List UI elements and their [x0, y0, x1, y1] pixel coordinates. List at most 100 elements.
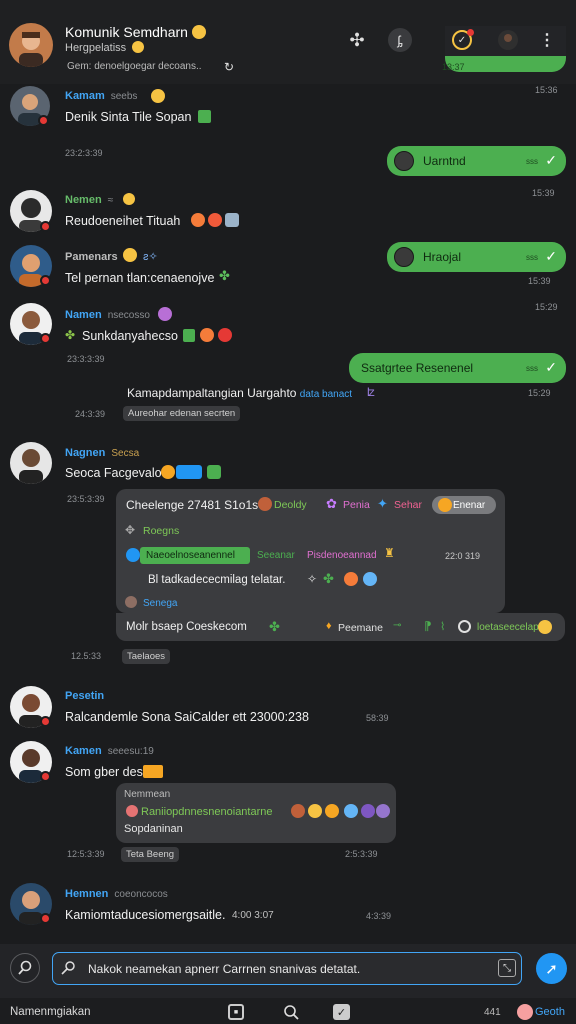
card-footer-text: loetaseecelap [477, 622, 539, 633]
reaction-chip[interactable]: Taelaoes [122, 649, 171, 664]
sender-name: Kamam seebs [65, 90, 138, 102]
chat-subtitle: Hergpelatiss [65, 42, 127, 54]
smile-emoji-icon [123, 193, 135, 205]
message-text: Denik Sinta Tile Sopan [65, 110, 192, 124]
media-icon[interactable]: ■ [228, 1004, 244, 1020]
avatar[interactable] [10, 442, 52, 484]
bottom-label: Namenmgiakan [10, 1006, 91, 1018]
message-text: Reudoeneihet Tituah [65, 214, 181, 228]
chat-title: Komunik Semdharn [65, 24, 188, 40]
leaf-emoji-icon: ✤ [323, 571, 334, 586]
outgoing-bubble[interactable]: Hraojal sss ✓ [387, 242, 566, 272]
laugh-emoji-icon [291, 804, 305, 818]
clock-icon [458, 620, 471, 633]
card-tag: Penia [343, 499, 370, 511]
time-label: 12.5:33 [71, 651, 102, 661]
search-icon[interactable] [282, 1003, 300, 1021]
gem-emoji-icon [361, 804, 375, 818]
message-text: Ralcandemle Sona SaiCalder ett 23000:238 [65, 710, 309, 724]
outgoing-bubble[interactable]: Uarntnd sss ✓ [387, 146, 566, 176]
quote-title: Nemmean [124, 789, 171, 800]
leaf-emoji-icon: ⁋ [424, 619, 432, 633]
fire-emoji-icon [143, 765, 163, 778]
robot-emoji-icon [225, 213, 239, 227]
card-row-text: Pisdenoeannad [307, 550, 377, 561]
sparkle-emoji-icon: ƨ✧ [143, 251, 158, 263]
message-input-text: Nakok neamekan apnerr Carrnen snanivas d… [88, 962, 361, 976]
search-icon[interactable] [10, 953, 40, 983]
flower-emoji-icon [126, 805, 138, 817]
game-emoji-icon: ✥ [125, 523, 136, 537]
blush-emoji-icon [158, 307, 172, 321]
bell-emoji-icon: ♜ [384, 546, 395, 560]
card-row-text: Senega [143, 598, 178, 609]
status-badge [38, 115, 49, 126]
read-check-icon: ✓ [545, 248, 557, 264]
sender-name: Pesetin [65, 690, 105, 702]
smile-emoji-icon [538, 620, 552, 634]
smile-emoji-icon [308, 804, 322, 818]
status-badge [40, 275, 51, 286]
profile-link[interactable]: Geoth [535, 1006, 565, 1018]
laugh-emoji-icon [161, 465, 175, 479]
header-time: 13:37 [442, 62, 465, 72]
reaction-chip[interactable]: Teta Beeng [121, 847, 180, 862]
system-note: Kamapdampaltangian Uargahto data banact [127, 386, 353, 400]
clock-icon: ⌇ [440, 621, 446, 633]
more-options-icon[interactable]: ⋮ [537, 30, 557, 50]
card-footer-text: Molr bsaep Coeskecom [126, 621, 247, 633]
time-label: 15:39 [532, 188, 555, 198]
message-text: Som gber dese [65, 765, 150, 779]
user-emoji-icon [125, 596, 137, 608]
rocket-emoji-icon: ♦ [326, 620, 332, 632]
bubble-text: Ssatgrtee Resenenel [361, 361, 474, 375]
attach-icon[interactable] [58, 958, 78, 978]
gem-emoji-icon [363, 572, 377, 586]
angry-emoji-icon [218, 328, 232, 342]
time-label: 15:29 [535, 302, 558, 312]
voice-icon[interactable]: ᶋ [388, 28, 412, 52]
check-emoji-icon [198, 110, 211, 123]
sender-name: Nemen ≈ [65, 194, 114, 206]
avatar [394, 247, 414, 267]
sender-name: Hemnen coeoncocos [65, 888, 168, 900]
card-pill-label: Enenar [453, 500, 486, 511]
reaction-chip[interactable]: Aureohar edenan secrten [123, 406, 241, 421]
grin-emoji-icon [151, 89, 165, 103]
card-tag: Deoldy [274, 499, 307, 511]
profile-avatar[interactable] [498, 30, 518, 50]
sender-name: Kamen seeesu:19 [65, 745, 154, 757]
card-tag: Sehar [394, 499, 423, 511]
message-text: Sunkdanyahecso [82, 329, 178, 343]
smile-emoji-icon [325, 804, 339, 818]
fire-emoji-icon [258, 497, 272, 511]
time-label: 58:39 [366, 713, 389, 723]
time-label: 4:3:39 [366, 911, 392, 921]
card-row-text: Seeanar [257, 550, 295, 561]
laugh-emoji-icon [191, 213, 205, 227]
sparkle-emoji-icon: ✿ [326, 496, 337, 511]
group-avatar[interactable] [9, 23, 53, 67]
send-button[interactable]: ➚ [536, 953, 567, 984]
notification-badge [467, 29, 474, 36]
check-box-icon[interactable]: ✓ [333, 1004, 350, 1020]
heart-emoji-icon: ʫ [367, 385, 375, 399]
avatar[interactable] [517, 1004, 533, 1020]
sparkle-icon[interactable]: ✣ [346, 29, 368, 51]
outgoing-bubble[interactable]: Ssatgrtee Resenenel sss ✓ [349, 353, 566, 383]
time-label: 23:3:3:39 [67, 354, 105, 364]
time-label: 23:2:3:39 [65, 148, 103, 158]
expand-icon[interactable]: ⤡ [498, 959, 516, 977]
time-label: 24:3:39 [75, 409, 106, 419]
info-emoji-icon [126, 548, 140, 562]
sender-name: Namen nsecosso [65, 309, 150, 321]
bubble-text: Hraojal [423, 250, 462, 264]
card-row-time: 22:0 319 [445, 551, 481, 561]
sender-name: Nagnen Secsa [65, 447, 140, 459]
counter-label: 441 [484, 1007, 501, 1018]
read-check-icon: ✓ [545, 359, 557, 375]
time-label: 15:39 [528, 276, 551, 286]
laugh-emoji-icon [344, 572, 358, 586]
link-icon[interactable]: ↻ [221, 59, 237, 75]
leaf-emoji-icon: ✤ [269, 619, 280, 634]
